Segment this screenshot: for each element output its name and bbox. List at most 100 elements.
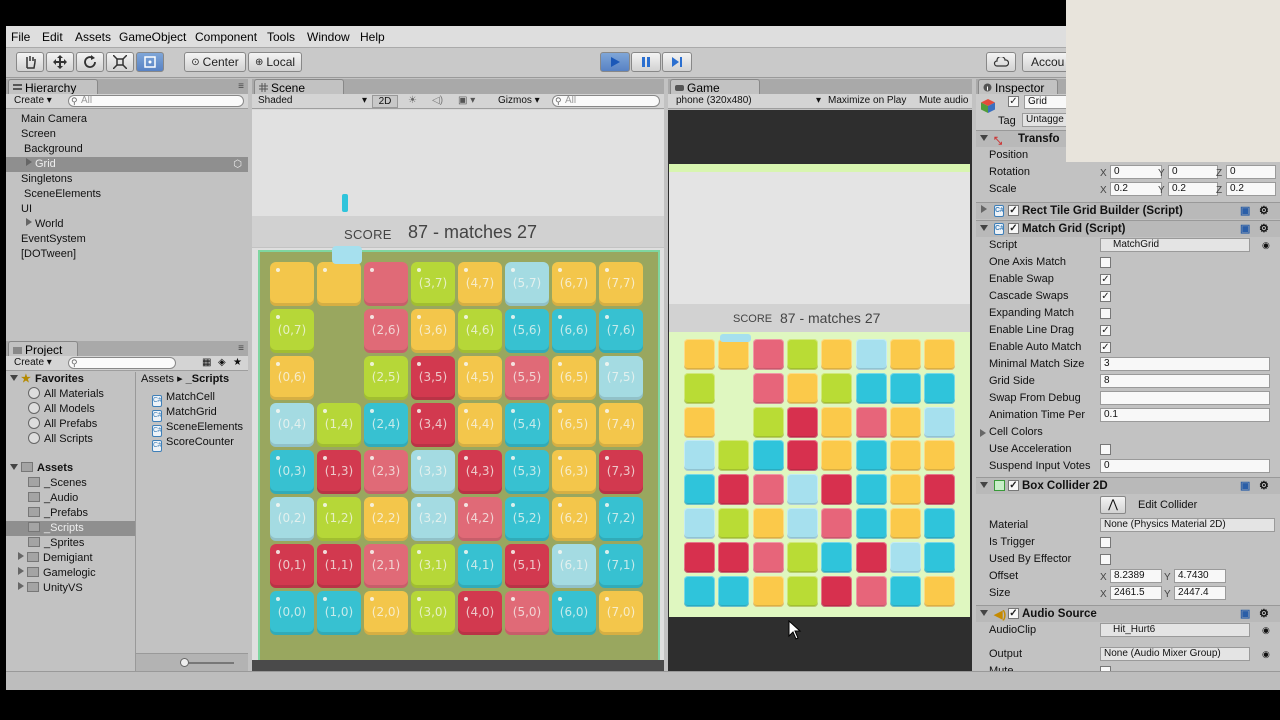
game-cell[interactable] [752, 508, 784, 539]
rect-tool-button[interactable] [136, 52, 164, 72]
mode-2d-toggle[interactable]: 2D [372, 95, 398, 108]
folder-item-scenes[interactable]: _Scenes [6, 476, 135, 491]
game-cell[interactable] [855, 474, 887, 506]
game-cell[interactable] [924, 474, 956, 506]
tab-scene[interactable]: Scene [254, 79, 344, 95]
help-icon[interactable]: ▣ [1240, 203, 1250, 219]
scene-cell[interactable] [270, 262, 314, 306]
scene-cell[interactable]: (6,2) [552, 497, 596, 541]
game-cell[interactable] [786, 339, 818, 370]
offset-x-field[interactable]: 8.2389 [1110, 569, 1162, 583]
game-cell[interactable] [889, 406, 921, 438]
scene-cell[interactable]: (4,5) [458, 356, 502, 400]
property-checkbox[interactable]: ✓ [1100, 274, 1111, 285]
scene-cell[interactable]: (0,2) [270, 497, 314, 541]
component-enabled-checkbox[interactable]: ✓ [1008, 223, 1019, 234]
tab-inspector[interactable]: Inspector [978, 79, 1058, 95]
scene-cell[interactable]: (6,7) [552, 262, 596, 306]
favorites-header[interactable]: ★ Favorites [6, 372, 135, 387]
scene-cell[interactable]: (7,3) [599, 450, 643, 494]
rect-grid-builder-header[interactable]: C# ✓ Rect Tile Grid Builder (Script) ▣ ⚙ [976, 202, 1280, 219]
hierarchy-item-grid[interactable]: Grid ⬡ [6, 157, 248, 172]
collapse-icon[interactable] [26, 158, 32, 166]
help-icon[interactable]: ▣ [1240, 221, 1250, 237]
scene-cell[interactable]: (4,4) [458, 403, 502, 447]
folder-item-unityvs[interactable]: UnityVS [6, 581, 135, 596]
game-cell[interactable] [752, 474, 784, 506]
scale-y-field[interactable]: 0.2 [1168, 182, 1218, 196]
game-cell[interactable] [924, 575, 956, 607]
game-cell[interactable] [786, 541, 818, 573]
effects-toggle-icon[interactable]: ▣ ▾ [458, 95, 475, 106]
menu-edit[interactable]: Edit [42, 30, 63, 44]
scene-cell[interactable]: (1,2) [317, 497, 361, 541]
folder-item-sprites[interactable]: _Sprites [6, 536, 135, 551]
game-cell[interactable] [821, 372, 853, 404]
game-cell[interactable] [855, 339, 887, 370]
scene-cell[interactable]: (6,3) [552, 450, 596, 494]
component-enabled-checkbox[interactable]: ✓ [1008, 608, 1019, 619]
scene-cell[interactable]: (7,7) [599, 262, 643, 306]
game-cell[interactable] [752, 541, 784, 573]
rotate-tool-button[interactable] [76, 52, 104, 72]
property-checkbox[interactable]: ✓ [1100, 325, 1111, 336]
menu-tools[interactable]: Tools [267, 30, 295, 44]
scene-viewport[interactable]: SCORE 87 - matches 27 (3,7) (4,7) (5,7) (6,… [252, 110, 664, 671]
scene-cell[interactable]: (1,3) [317, 450, 361, 494]
game-cell[interactable] [821, 406, 853, 438]
scene-cell[interactable]: (2,6) [364, 309, 408, 353]
game-cell[interactable] [924, 372, 956, 404]
game-cell[interactable] [924, 339, 956, 370]
scene-cell[interactable]: (5,1) [505, 544, 549, 588]
folder-item-demigiant[interactable]: Demigiant [6, 551, 135, 566]
game-cell[interactable] [786, 508, 818, 539]
menu-help[interactable]: Help [360, 30, 385, 44]
audio-clip-field[interactable]: Hit_Hurt6 [1100, 623, 1250, 637]
match-grid-header[interactable]: C# ✓ Match Grid (Script) ▣ ⚙ [976, 220, 1280, 237]
rotation-y-field[interactable]: 0 [1168, 165, 1218, 179]
used-by-effector-checkbox[interactable] [1100, 554, 1111, 565]
hierarchy-item-singletons[interactable]: Singletons [6, 172, 248, 187]
game-cell[interactable] [752, 575, 784, 607]
scene-cell[interactable]: (0,7) [270, 309, 314, 353]
play-button[interactable] [600, 52, 630, 72]
filter-type-icon[interactable]: ▦ [202, 357, 211, 368]
property-field[interactable]: 3 [1100, 357, 1270, 371]
menu-window[interactable]: Window [307, 30, 350, 44]
project-search-input[interactable]: ⚲ [68, 357, 176, 369]
game-cell[interactable] [821, 508, 853, 539]
scene-cell[interactable]: (4,6) [458, 309, 502, 353]
object-picker-icon[interactable]: ◉ [1262, 646, 1270, 663]
hierarchy-item-eventsystem[interactable]: EventSystem [6, 232, 248, 247]
property-field[interactable]: 0 [1100, 459, 1270, 473]
collapse-icon[interactable] [18, 567, 24, 575]
zoom-slider-track[interactable] [184, 662, 234, 664]
collapse-icon[interactable] [18, 582, 24, 590]
game-cell[interactable] [752, 440, 784, 472]
game-cell[interactable] [718, 474, 750, 506]
game-cell[interactable] [924, 508, 956, 539]
game-cell[interactable] [889, 508, 921, 539]
gear-icon[interactable]: ⚙ [1259, 606, 1269, 622]
game-viewport[interactable]: SCORE 87 - matches 27 [668, 110, 972, 671]
scene-cell[interactable]: (6,5) [552, 403, 596, 447]
help-icon[interactable]: ▣ [1240, 606, 1250, 622]
menu-component[interactable]: Component [195, 30, 257, 44]
game-cell[interactable] [924, 541, 956, 573]
scene-cell[interactable]: (2,4) [364, 403, 408, 447]
scene-cell[interactable]: (3,1) [411, 544, 455, 588]
scene-cell[interactable]: (2,5) [364, 356, 408, 400]
game-cell[interactable] [821, 474, 853, 506]
tab-game[interactable]: Game [670, 79, 760, 95]
game-cell[interactable] [752, 406, 784, 438]
tab-hierarchy[interactable]: Hierarchy [8, 79, 98, 95]
object-picker-icon[interactable]: ◉ [1262, 237, 1270, 254]
game-cell[interactable] [684, 575, 715, 607]
scene-cell[interactable]: (7,4) [599, 403, 643, 447]
game-cell[interactable] [821, 339, 853, 370]
game-cell[interactable] [821, 575, 853, 607]
game-cell[interactable] [821, 541, 853, 573]
edit-collider-button[interactable]: ⋀ [1100, 496, 1126, 514]
game-cell[interactable] [889, 372, 921, 404]
scene-cell[interactable] [317, 262, 361, 306]
